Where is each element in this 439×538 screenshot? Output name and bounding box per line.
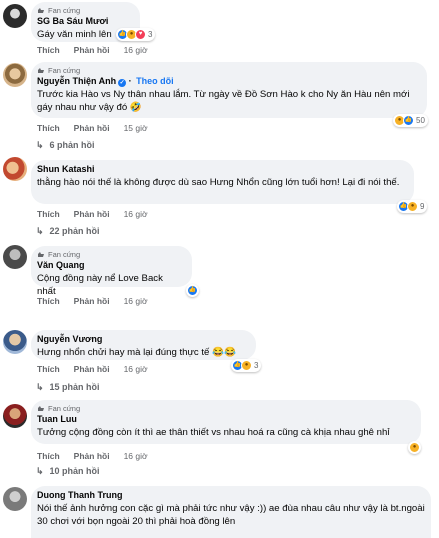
comment-actions: Thích Phản hồi 16 giờ xyxy=(37,209,162,219)
commenter-name[interactable]: Tuan Luu xyxy=(37,413,413,426)
reply-arrow-icon: ↳ xyxy=(36,140,44,150)
comment-actions: Thích Phản hồi 16 giờ xyxy=(37,364,162,374)
haha-reaction-icon: ● xyxy=(407,201,418,212)
comment-bubble: Fan cứng Nguyễn Thiện Anh ✓ · Theo dõi Tr… xyxy=(31,62,427,118)
comment-actions: Thích Phản hồi 16 giờ xyxy=(37,451,162,461)
comment-text: thằng hào nói thế là không được dù sao H… xyxy=(37,177,400,188)
comment-bubble: Duong Thanh Trung Nói thế ảnh hưởng con … xyxy=(31,486,431,538)
timestamp[interactable]: 16 giờ xyxy=(124,209,148,219)
reply-button[interactable]: Phản hồi xyxy=(74,123,110,133)
fan-badge: Fan cứng xyxy=(37,65,419,75)
fan-badge-icon xyxy=(37,7,45,14)
timestamp[interactable]: 16 giờ xyxy=(124,364,148,374)
reaction-summary[interactable]: ● 👍 50 xyxy=(393,114,428,127)
commenter-name[interactable]: Nguyễn Thiện Anh xyxy=(37,76,116,86)
fan-badge-icon xyxy=(37,405,45,412)
like-button[interactable]: Thích xyxy=(37,209,60,219)
replies-count: 15 phản hồi xyxy=(49,382,100,392)
love-reaction-icon: ♥ xyxy=(135,29,146,40)
avatar[interactable] xyxy=(3,330,27,354)
fan-badge: Fan cứng xyxy=(37,5,132,15)
replies-count: 6 phản hồi xyxy=(49,140,95,150)
fan-badge-label: Fan cứng xyxy=(48,403,81,413)
like-button[interactable]: Thích xyxy=(37,364,60,374)
fan-badge: Fan cứng xyxy=(37,249,184,259)
reaction-count: 3 xyxy=(148,30,153,39)
reaction-summary[interactable]: 👍 ● ♥ 3 xyxy=(116,28,156,41)
timestamp[interactable]: 15 giờ xyxy=(124,123,148,133)
fan-badge-label: Fan cứng xyxy=(48,5,81,15)
fan-badge-icon xyxy=(37,251,45,258)
replies-count: 10 phản hồi xyxy=(49,466,100,476)
avatar[interactable] xyxy=(3,404,27,428)
view-replies-button[interactable]: ↳ 10 phản hồi xyxy=(36,466,100,477)
commenter-name[interactable]: Duong Thanh Trung xyxy=(37,489,423,502)
fan-badge-label: Fan cứng xyxy=(48,65,81,75)
timestamp[interactable]: 16 giờ xyxy=(124,451,148,461)
comment-text: Trước kia Hào vs Ny thân nhau lắm. Từ ng… xyxy=(37,89,410,113)
like-reaction-icon: 👍 xyxy=(403,115,414,126)
reply-button[interactable]: Phản hồi xyxy=(74,45,110,55)
commenter-name[interactable]: Nguyễn Vương xyxy=(37,333,248,346)
like-reaction-icon: 👍 xyxy=(187,285,198,296)
like-button[interactable]: Thích xyxy=(37,296,60,306)
avatar[interactable] xyxy=(3,245,27,269)
reply-arrow-icon: ↳ xyxy=(36,466,44,476)
reaction-count: 50 xyxy=(416,116,425,125)
comment-bubble: Nguyễn Vương Hưng nhổn chửi hay mà lại đ… xyxy=(31,330,256,360)
comment-bubble: Fan cứng Tuan Luu Tưởng cộng đồng còn ít… xyxy=(31,400,421,444)
reaction-summary[interactable]: 👍 ● 3 xyxy=(231,359,262,372)
avatar[interactable] xyxy=(3,157,27,181)
like-button[interactable]: Thích xyxy=(37,451,60,461)
fan-badge-icon xyxy=(37,67,45,74)
comment-bubble: Shun Katashi thằng hào nói thế là không … xyxy=(31,160,414,204)
commenter-name[interactable]: Shun Katashi xyxy=(37,163,406,176)
timestamp[interactable]: 16 giờ xyxy=(124,296,148,306)
avatar[interactable] xyxy=(3,63,27,87)
like-button[interactable]: Thích xyxy=(37,45,60,55)
reaction-summary[interactable]: 👍 ● 9 xyxy=(397,200,428,213)
haha-reaction-icon: ● xyxy=(409,442,420,453)
view-replies-button[interactable]: ↳ 22 phản hồi xyxy=(36,226,100,237)
reply-button[interactable]: Phản hồi xyxy=(74,296,110,306)
comment-text: Tưởng cộng đồng còn ít thì ae thân thiết… xyxy=(37,427,390,438)
comment-actions: Thích Phản hồi 16 giờ xyxy=(37,296,162,306)
like-button[interactable]: Thích xyxy=(37,123,60,133)
reply-arrow-icon: ↳ xyxy=(36,226,44,236)
reply-button[interactable]: Phản hồi xyxy=(74,451,110,461)
replies-count: 22 phản hồi xyxy=(49,226,100,236)
comment-text: Cộng đồng này nể Love Back nhất xyxy=(37,273,163,297)
verified-icon: ✓ xyxy=(118,79,127,87)
reaction-summary[interactable]: ● xyxy=(408,441,421,454)
reaction-summary[interactable]: 👍 xyxy=(186,284,199,297)
timestamp[interactable]: 16 giờ xyxy=(124,45,148,55)
avatar[interactable] xyxy=(3,4,27,28)
comment-actions: Thích Phản hồi 16 giờ xyxy=(37,45,162,55)
reply-button[interactable]: Phản hồi xyxy=(74,364,110,374)
reply-button[interactable]: Phản hồi xyxy=(74,209,110,219)
commenter-name[interactable]: SG Ba Sáu Mươi xyxy=(37,15,132,28)
reply-arrow-icon: ↳ xyxy=(36,382,44,392)
avatar[interactable] xyxy=(3,487,27,511)
follow-button[interactable]: Theo dõi xyxy=(136,76,174,86)
reaction-count: 3 xyxy=(254,361,259,370)
reaction-count: 9 xyxy=(420,202,425,211)
haha-reaction-icon: ● xyxy=(241,360,252,371)
view-replies-button[interactable]: ↳ 15 phản hồi xyxy=(36,382,100,393)
fan-badge-label: Fan cứng xyxy=(48,249,81,259)
name-row: Nguyễn Thiện Anh ✓ · Theo dõi xyxy=(37,76,174,87)
commenter-name[interactable]: Văn Quang xyxy=(37,259,184,272)
comment-text: Nói thế ảnh hưởng con cặc gì mà phải tức… xyxy=(37,503,425,527)
view-replies-button[interactable]: ↳ 6 phản hồi xyxy=(36,140,95,151)
comment-bubble: Fan cứng Văn Quang Cộng đồng này nể Love… xyxy=(31,246,192,297)
comment-text: Hưng nhổn chửi hay mà lại đúng thực tế 😂… xyxy=(37,347,236,358)
comment-actions: Thích Phản hồi 15 giờ xyxy=(37,123,162,133)
fan-badge: Fan cứng xyxy=(37,403,413,413)
